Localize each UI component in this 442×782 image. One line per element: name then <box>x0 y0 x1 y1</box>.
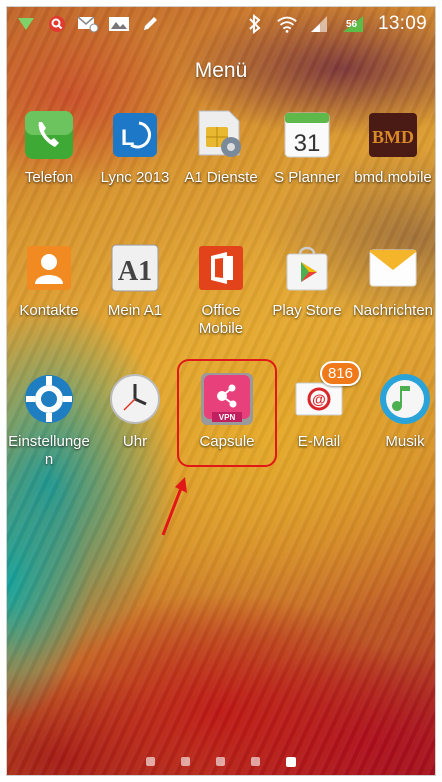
app-lync[interactable]: L Lync 2013 <box>92 107 178 187</box>
contacts-icon <box>21 240 77 296</box>
settings-icon <box>21 371 77 427</box>
svg-text:BMD: BMD <box>372 127 414 147</box>
app-musik[interactable]: Musik <box>362 371 435 451</box>
phone-icon <box>21 107 77 163</box>
wifi-icon <box>276 13 298 35</box>
app-kontakte[interactable]: Kontakte <box>7 240 92 320</box>
svg-text:L: L <box>121 125 134 150</box>
page-indicator <box>7 757 435 767</box>
highlight-box <box>177 359 277 467</box>
a1-icon: A1 <box>107 240 163 296</box>
location-icon <box>46 13 68 35</box>
clock-icon <box>107 371 163 427</box>
office-icon <box>193 240 249 296</box>
page-dot[interactable] <box>216 757 225 766</box>
app-mein-a1[interactable]: A1 Mein A1 <box>92 240 178 320</box>
app-play-store[interactable]: Play Store <box>264 240 350 320</box>
app-email[interactable]: @ 816 E-Mail <box>276 361 362 451</box>
svg-text:31: 31 <box>294 130 321 157</box>
bluetooth-icon <box>244 13 266 35</box>
clock-time: 13:09 <box>377 13 427 34</box>
app-a1-dienste[interactable]: A1 Dienste <box>178 107 264 187</box>
calendar-icon: 31 <box>279 107 335 163</box>
app-uhr[interactable]: Uhr <box>92 371 178 451</box>
app-einstellungen[interactable]: Einstellungen <box>7 371 92 469</box>
app-office-mobile[interactable]: Office Mobile <box>178 240 264 338</box>
app-nachrichten[interactable]: Nachrichten <box>350 240 435 320</box>
edit-icon <box>139 13 161 35</box>
page-dot-active[interactable] <box>286 757 296 767</box>
phone-screen: 56 13:09 Menü Telefon L Lync 2013 A1 Die… <box>6 6 436 776</box>
page-title: Menü <box>194 59 248 82</box>
page-dot[interactable] <box>181 757 190 766</box>
gallery-icon <box>108 13 130 35</box>
svg-text:A1: A1 <box>118 256 152 287</box>
app-telefon[interactable]: Telefon <box>7 107 92 187</box>
network-icon: 56 <box>340 13 368 35</box>
app-bmd-mobile[interactable]: BMD bmd.mobile <box>350 107 435 187</box>
sim-settings-icon <box>193 107 249 163</box>
music-icon <box>377 371 433 427</box>
status-bar: 56 13:09 <box>7 7 435 41</box>
messages-icon <box>365 240 421 296</box>
bmd-icon: BMD <box>365 107 421 163</box>
play-store-icon <box>279 240 335 296</box>
lync-icon: L <box>107 107 163 163</box>
page-dot[interactable] <box>251 757 260 766</box>
unread-badge: 816 <box>319 361 361 386</box>
svg-text:@: @ <box>312 391 326 407</box>
email-notification-icon <box>77 13 99 35</box>
email-icon: @ 816 <box>291 361 361 427</box>
signal-icon <box>308 13 330 35</box>
download-icon <box>15 13 37 35</box>
network-type-label: 56 <box>345 19 358 30</box>
page-dot[interactable] <box>146 757 155 766</box>
app-s-planner[interactable]: 31 S Planner <box>264 107 350 187</box>
annotation-arrow-icon <box>161 477 187 536</box>
